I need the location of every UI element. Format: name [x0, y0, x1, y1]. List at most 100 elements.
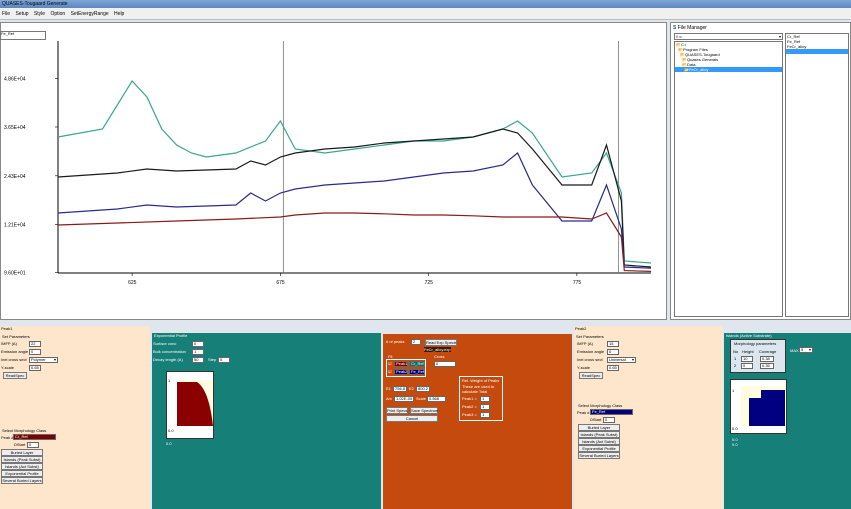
spectrum-plot[interactable]: 4.86E+04 3.65E+04 2.43E+04 1.21E+04 9.60E+01…: [0, 22, 667, 320]
exponential-profile-button[interactable]: Exponential Profile: [578, 445, 620, 452]
several-buried-layers-button[interactable]: Several Buried Layers: [1, 477, 43, 484]
menu-style[interactable]: Style: [34, 11, 45, 17]
peak-number-select[interactable]: Cr_Ref: [13, 434, 56, 440]
chevron-down-icon: ▾: [808, 347, 811, 352]
emission-label: Emission angle: [577, 349, 605, 354]
y-tick-label: 9.60E+01: [4, 271, 26, 277]
emission-input[interactable]: 0: [29, 349, 41, 355]
y-tick-label: 2.43E+04: [4, 174, 26, 180]
bulk-input[interactable]: 1: [192, 349, 204, 355]
menu-help[interactable]: Help: [114, 11, 124, 17]
scale-label: Scale: [416, 396, 427, 401]
e1-input[interactable]: 756.8: [393, 386, 407, 392]
step-input[interactable]: 5: [218, 357, 230, 363]
col-height: Height: [742, 349, 754, 354]
imfp-input[interactable]: 22: [29, 341, 41, 347]
file-list[interactable]: Cr_Ref Fe_Ref FeCr_alloy ...: [785, 33, 849, 317]
window-title: QUASES-Tougaard Generate: [2, 1, 68, 7]
e2-input[interactable]: 800.2: [416, 386, 430, 392]
chevron-down-icon: ▾: [778, 34, 781, 39]
islands-act-subst-button[interactable]: Islands (Act Subst): [1, 463, 43, 470]
buried-layer-button[interactable]: Buried Layer: [578, 424, 620, 431]
save-spectrum-button[interactable]: Save Spectrum: [410, 407, 438, 414]
morph-class-title: Select Morphology Class: [2, 428, 47, 433]
islands-act-subst-button[interactable]: Islands (Act Subst): [578, 438, 620, 445]
imfp-label: IMFP (A): [1, 341, 17, 346]
row1-height[interactable]: 10: [741, 356, 753, 362]
peak1-panel: Peak1 Set Parameters IMFP (A) 22 Emissio…: [0, 326, 150, 509]
yscale-input[interactable]: 0.65: [29, 365, 41, 371]
peak1-checkbox[interactable]: ☑: [388, 361, 392, 366]
exp-plot-top: 1: [168, 378, 171, 383]
peak-number-label: Peak #: [577, 410, 590, 415]
islands-active-substrate-panel: Islands (Active Substrate) Morphology pa…: [724, 333, 851, 509]
menu-setup[interactable]: Setup: [15, 11, 28, 17]
file-manager-icon: S: [673, 25, 677, 31]
islands-plot: 1 0.0: [730, 379, 787, 434]
x-tick-label: 725: [425, 280, 434, 286]
peak-number-value: Cr_Ref: [15, 434, 28, 439]
buried-layer-button[interactable]: Buried Layer: [1, 449, 43, 456]
col-no: No: [733, 349, 739, 354]
row2-height[interactable]: 0: [741, 363, 753, 369]
imfp-input[interactable]: 15: [607, 341, 619, 347]
several-buried-layers-button[interactable]: Several Buried Layers: [578, 452, 620, 459]
max-select[interactable]: 5 ▾: [799, 347, 813, 353]
menu-set-energy-range[interactable]: SetEnergyRange: [71, 11, 109, 17]
spectrum-series-4: [57, 212, 652, 272]
peaks-count-input[interactable]: 2: [411, 339, 421, 345]
peak1-title: Peak1: [1, 326, 13, 331]
yscale-input[interactable]: 0.65: [607, 365, 619, 371]
menu-bar: File Setup Style Option SetEnergyRange H…: [0, 8, 851, 20]
dstart-input[interactable]: 0: [603, 417, 615, 423]
exponential-profile-button[interactable]: Exponential Profile: [1, 470, 43, 477]
plot-file-label: Fe_Ref: [1, 31, 15, 36]
decay-input[interactable]: 50: [192, 357, 204, 363]
file-item-selected[interactable]: ...: [786, 49, 848, 54]
emission-input[interactable]: 0: [607, 349, 619, 355]
islands-peak-subst-button[interactable]: Islands (Peak Subst): [1, 456, 43, 463]
peak-number-select[interactable]: Fe_Ref: [590, 409, 633, 415]
morph-class-title: Select Morphology Class: [578, 403, 623, 408]
col-coverage: Coverage: [759, 349, 777, 354]
weight1-input[interactable]: 1: [480, 396, 490, 402]
surface-label: Surface conc: [153, 341, 177, 346]
e1-label: E1: [386, 386, 391, 391]
inel-select[interactable]: Polymer ▾: [29, 357, 58, 363]
scale-input[interactable]: 0.568: [427, 396, 446, 402]
dstart-label: DStart: [590, 417, 602, 422]
inel-label: Inel cross sect: [1, 357, 27, 362]
dstart-input[interactable]: 0: [27, 442, 39, 448]
read-spec-button[interactable]: ReadSpec: [3, 372, 27, 379]
print-specs-button[interactable]: Print Specs: [386, 407, 408, 414]
peak2-checkbox[interactable]: ☑: [388, 369, 392, 374]
weight2-input[interactable]: 1: [480, 404, 490, 410]
row2-coverage[interactable]: 0.35: [760, 363, 774, 369]
spectrum-series-2: [57, 128, 652, 268]
exp-title: Exponential Profile: [154, 333, 188, 338]
imfp-label: IMFP (A): [577, 341, 593, 346]
inel-select[interactable]: Universal ▾: [607, 357, 636, 363]
morph-params-box: Morphology parameters No Height Coverage…: [730, 339, 786, 373]
yscale-label: Y-scale: [577, 365, 590, 370]
cross-input[interactable]: 0: [434, 361, 456, 367]
dir-item-selected[interactable]: 📂FeCr_alloy: [675, 67, 782, 72]
menu-file[interactable]: File: [2, 11, 10, 17]
inel-value: Universal: [609, 357, 626, 362]
row1-coverage[interactable]: 0.38: [760, 356, 774, 362]
drive-select[interactable]: \\ c: ▾: [674, 33, 783, 40]
peak-number-value: Fe_Ref: [592, 409, 606, 414]
ax-input[interactable]: 1.02E-05: [394, 396, 414, 402]
read-spec-button[interactable]: ReadSpec: [579, 372, 603, 379]
cancel-button[interactable]: Cancel: [386, 415, 438, 422]
fit-peaks-group: ☑ Peak1 Cr_Ref ☑ Peak2 Fe_Ref: [386, 359, 426, 377]
plot-file-box[interactable]: Fe_Ref: [0, 31, 46, 40]
weight3-input[interactable]: 1: [480, 412, 490, 418]
y-tick-label: 3.65E+04: [4, 125, 26, 131]
surface-input[interactable]: 0: [192, 341, 204, 347]
read-exp-spectr-button[interactable]: Read Exp Spectr: [425, 339, 457, 346]
directory-list[interactable]: 📂C:\ 📂Program Files 📂QUASES-Tougaard 📂Qu…: [674, 41, 783, 317]
islands-peak-subst-button[interactable]: Islands (Peak Subst): [578, 431, 620, 438]
ax-label: A/x: [386, 396, 392, 401]
menu-option[interactable]: Option: [50, 11, 65, 17]
